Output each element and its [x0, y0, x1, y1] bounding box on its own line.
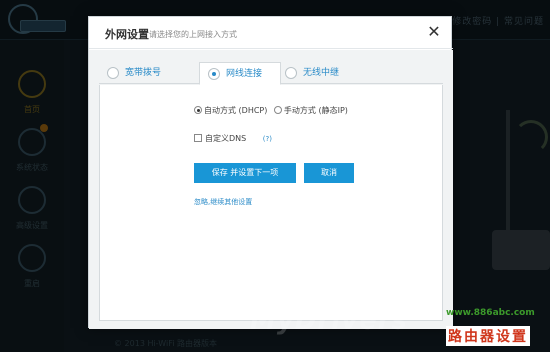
tab-label: 网线连接 — [226, 69, 263, 79]
radio-icon — [285, 67, 297, 79]
site-url: www.886abc.com — [446, 308, 535, 318]
radio-selected-icon — [194, 106, 202, 114]
site-badge: www.886abc.com 路由器设置 — [440, 300, 550, 352]
close-button[interactable]: ✕ — [425, 23, 443, 41]
dns-help-link[interactable]: (?) — [263, 135, 272, 143]
dialog-title: 外网设置 — [105, 28, 149, 41]
dialog-subtitle: 请选择您的上网接入方式 — [149, 30, 237, 39]
tab-pppoe[interactable]: 宽带拨号 — [99, 62, 187, 85]
connection-type-tabs: 宽带拨号 网线连接 无线中继 — [99, 62, 443, 85]
save-and-next-button[interactable]: 保存 并设置下一项 — [194, 163, 296, 183]
watermark: MyDrivers — [250, 306, 409, 336]
site-name: 路由器设置 — [446, 326, 530, 346]
checkbox-icon — [194, 134, 202, 142]
cancel-button[interactable]: 取消 — [304, 163, 354, 183]
custom-dns-row: 自定义DNS (?) — [194, 133, 272, 144]
radio-selected-icon — [208, 68, 220, 80]
dialog-header: 外网设置 请选择您的上网接入方式 ✕ — [89, 17, 453, 49]
tab-ethernet[interactable]: 网线连接 — [199, 62, 281, 85]
close-icon: ✕ — [427, 22, 441, 41]
tab-label: 无线中继 — [303, 68, 340, 78]
static-ip-radio[interactable]: 手动方式 (静态IP) — [273, 105, 348, 116]
static-ip-label: 手动方式 (静态IP) — [283, 106, 348, 115]
tab-wireless-repeater[interactable]: 无线中继 — [277, 62, 367, 85]
custom-dns-label: 自定义DNS — [205, 134, 247, 143]
skip-link[interactable]: 忽略,继续其他设置 — [194, 197, 252, 207]
dhcp-radio[interactable]: 自动方式 (DHCP) — [194, 105, 267, 116]
radio-icon — [273, 106, 282, 114]
radio-icon — [107, 67, 119, 79]
wan-settings-dialog: 外网设置 请选择您的上网接入方式 ✕ 宽带拨号 网线连接 无线中继 自动方式 (… — [88, 16, 453, 329]
custom-dns-checkbox[interactable]: 自定义DNS — [194, 134, 246, 143]
address-mode-group: 自动方式 (DHCP) 手动方式 (静态IP) — [194, 105, 352, 117]
ethernet-panel: 自动方式 (DHCP) 手动方式 (静态IP) 自定义DNS (?) 保存 并设… — [99, 85, 443, 321]
dhcp-label: 自动方式 (DHCP) — [204, 106, 268, 115]
dialog-body: 宽带拨号 网线连接 无线中继 自动方式 (DHCP) 手动方式 (静态IP) 自… — [89, 50, 453, 329]
tab-label: 宽带拨号 — [125, 68, 162, 78]
